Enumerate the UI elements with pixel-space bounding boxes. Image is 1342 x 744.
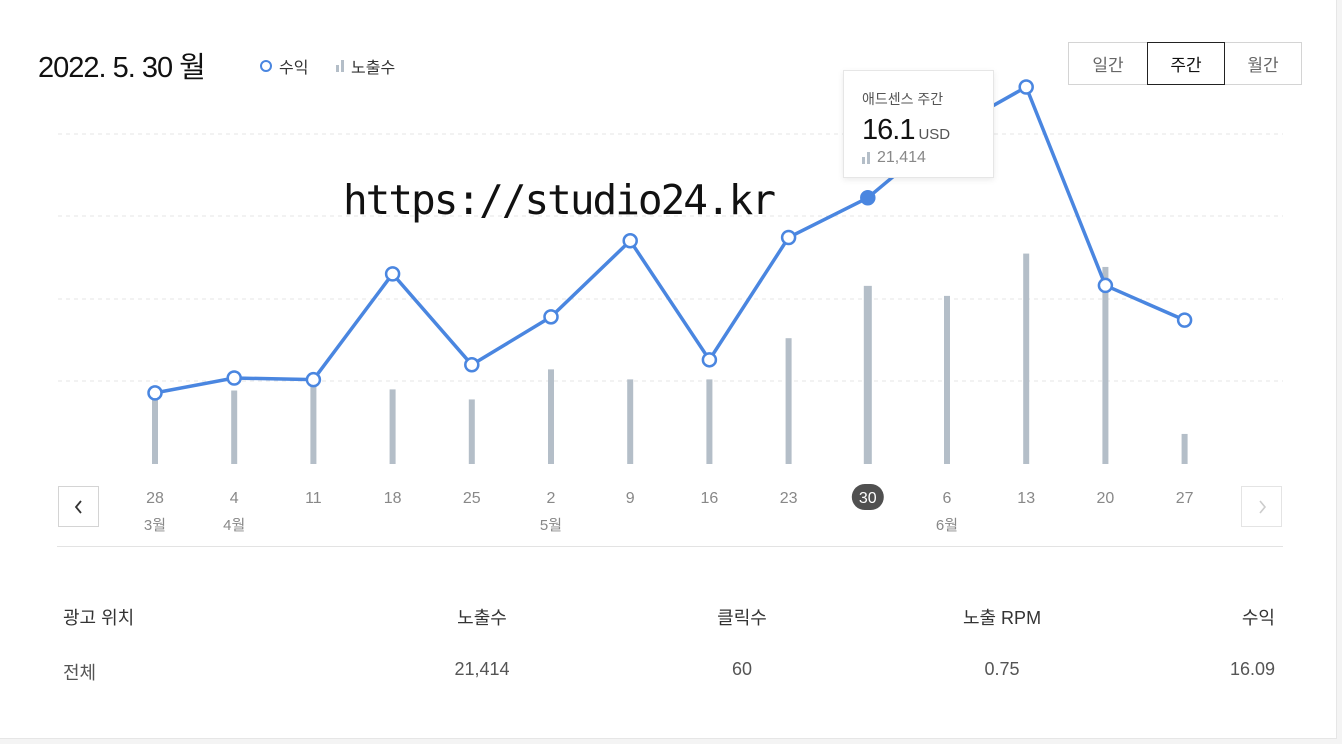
impressions-bar — [1181, 433, 1188, 464]
chevron-right-icon — [1258, 499, 1266, 514]
prev-page-button[interactable] — [58, 486, 99, 527]
table-header-rpm: 노출 RPM — [962, 608, 1042, 628]
x-tick-label: 25 — [463, 490, 481, 507]
x-tick-label: 9 — [626, 490, 635, 507]
table-header-impressions: 노출수 — [457, 608, 507, 628]
table-header-revenue: 수익 — [1241, 608, 1275, 628]
impressions-bar — [468, 399, 475, 464]
revenue-point-selected — [860, 190, 876, 206]
revenue-point — [543, 309, 559, 325]
revenue-point — [147, 385, 163, 401]
month-label: 5월 — [540, 517, 562, 534]
month-label: 3월 — [144, 517, 166, 534]
x-tick-label: 30 — [859, 490, 877, 507]
table-cell-impressions: 21,414 — [454, 659, 510, 679]
tooltip-unit: USD — [918, 126, 951, 143]
impressions-bar — [627, 379, 634, 464]
month-label: 6월 — [936, 517, 958, 534]
revenue-point — [780, 229, 797, 246]
tooltip-title: 애드센스 주간 — [862, 91, 944, 107]
tooltip-value: 16.1 — [862, 114, 915, 146]
revenue-point — [226, 370, 242, 386]
table-cell-placement: 전체 — [63, 663, 97, 683]
table-header-clicks: 클릭수 — [717, 608, 767, 628]
x-tick-label: 13 — [1017, 490, 1035, 507]
revenue-point — [384, 266, 401, 282]
revenue-point — [1018, 79, 1034, 95]
month-label: 4월 — [223, 517, 245, 534]
next-page-button[interactable] — [1241, 486, 1282, 527]
revenue-point — [701, 352, 718, 368]
impressions-bar — [706, 379, 713, 464]
x-tick-label: 4 — [230, 490, 239, 507]
impressions-bar — [1102, 266, 1109, 464]
x-tick-label: 2 — [547, 490, 556, 507]
table-divider — [57, 546, 1283, 547]
x-tick-label: 27 — [1176, 490, 1194, 507]
impressions-bar — [389, 389, 396, 464]
table-cell-rpm: 0.75 — [984, 659, 1020, 679]
x-tick-label: 16 — [701, 490, 719, 507]
revenue-point — [1097, 277, 1114, 294]
table-cell-clicks: 60 — [731, 659, 753, 679]
impressions-bar — [863, 285, 872, 464]
impressions-bar — [944, 295, 950, 464]
revenue-point — [464, 357, 480, 373]
chart-tooltip: 애드센스 주간 16.1 USD 21,414 — [843, 70, 994, 178]
impressions-bar — [785, 338, 792, 464]
revenue-point — [305, 371, 322, 388]
revenue-line — [154, 85, 1186, 395]
revenue-point — [1176, 312, 1193, 328]
impressions-bar — [310, 379, 317, 464]
x-tick-label: 6 — [943, 490, 952, 507]
impressions-bar — [231, 390, 238, 464]
revenue-point — [622, 233, 638, 249]
x-tick-label: 28 — [146, 490, 164, 507]
x-tick-label: 23 — [780, 490, 798, 507]
bar-legend-icon — [862, 152, 870, 164]
revenue-chart: 28 4 11 18 25 2 9 16 23 30 6 13 20 27 3월 4월 5월 6월 — [58, 79, 1283, 534]
chevron-left-icon — [74, 499, 82, 514]
adsense-weekly-card: 2022. 5. 30 월 수익 노출수 일간 주간 월간 28 4 11 18 25 2… — [0, 0, 1337, 739]
x-tick-label: 20 — [1097, 490, 1115, 507]
x-tick-label: 18 — [384, 490, 402, 507]
x-tick-label: 11 — [305, 490, 322, 507]
period-weekly-button[interactable]: 주간 — [1147, 42, 1225, 85]
table-cell-revenue: 16.09 — [1229, 659, 1275, 679]
impressions-bar — [1023, 253, 1030, 464]
tooltip-impressions: 21,414 — [877, 149, 926, 166]
impressions-bar — [548, 369, 554, 464]
table-header-placement: 광고 위치 — [63, 608, 135, 628]
watermark-url: https://studio24.kr — [343, 176, 776, 224]
